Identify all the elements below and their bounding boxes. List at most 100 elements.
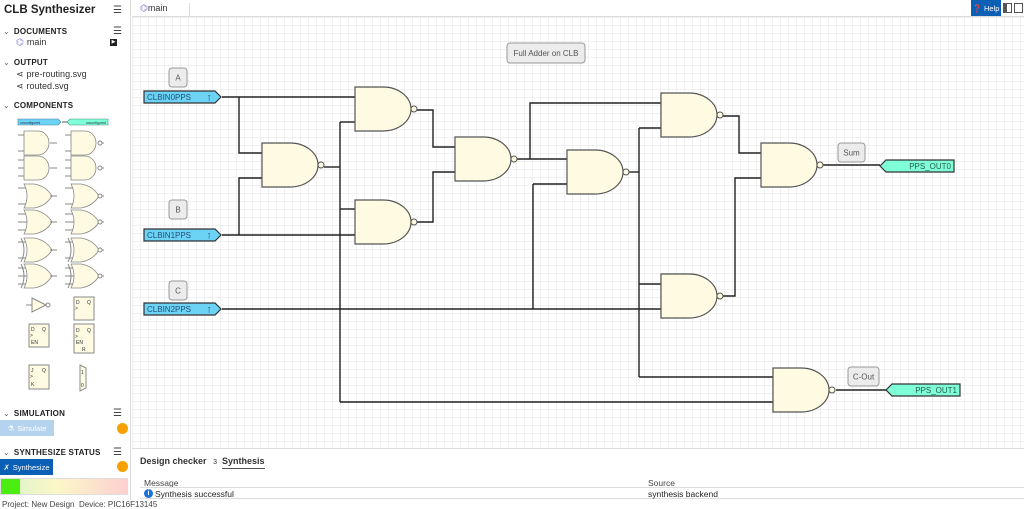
gate-body [660, 273, 718, 319]
output-label-c-out[interactable]: C-Out [847, 366, 880, 387]
gate-body [70, 263, 100, 289]
tab-design-checker[interactable]: Design checker 3 [140, 456, 217, 466]
gate-body [70, 183, 100, 209]
palette-xor-gate[interactable] [18, 263, 57, 289]
section-label: SYNTHESIZE STATUS [13, 448, 101, 457]
play-icon[interactable]: ▶ [110, 39, 117, 46]
device-name: Device: PIC16F13145 [79, 500, 158, 509]
gate-body [31, 297, 48, 313]
layout-left-icon[interactable] [1003, 3, 1012, 13]
glyph: EN [31, 340, 38, 346]
input-label-c[interactable]: C [168, 280, 188, 301]
palette-d-latch[interactable]: D Q>EN [28, 323, 50, 348]
output-pin-pps_out0[interactable]: PPS_OUT0 [879, 159, 955, 173]
palette-xor-gate[interactable] [18, 237, 57, 263]
synthesis-progress-bar [0, 478, 128, 495]
issue-count-badge: 3 [213, 459, 217, 466]
palette-mux[interactable]: 10 [79, 364, 87, 392]
input-pin-clbin2pps[interactable]: CLBIN2PPS ⊺ [143, 302, 222, 316]
section-components[interactable]: ⌄ COMPONENTS [3, 101, 73, 110]
input-label-b[interactable]: B [168, 199, 188, 220]
synthesize-status-indicator [117, 461, 128, 472]
menu-icon[interactable]: ☰ [113, 5, 122, 16]
palette-and-n-gate[interactable] [65, 155, 104, 181]
glyph: Q [87, 328, 91, 334]
input-label-a[interactable]: A [168, 67, 188, 88]
message-cell: Synthesis successful [155, 489, 234, 499]
input-pin-clbin1pps[interactable]: CLBIN1PPS ⊺ [143, 228, 222, 242]
component-palette[interactable]: unconfigured unconfigured D Q> D Q>EN D Q>ENR J Q… [0, 115, 130, 403]
palette-and-gate[interactable] [18, 155, 57, 181]
palette-xor-n-gate[interactable] [65, 263, 104, 289]
simulate-button[interactable]: ⚗ Simulate [0, 420, 54, 436]
output-label-sum[interactable]: Sum [837, 142, 866, 163]
label-text: C-Out [853, 373, 875, 382]
section-label: SIMULATION [13, 409, 66, 418]
palette-output-pin[interactable]: unconfigured [66, 118, 109, 126]
section-output[interactable]: ⌄ OUTPUT [3, 58, 48, 67]
pin-name: PPS_OUT0 [909, 162, 951, 171]
gate-body [660, 92, 718, 138]
info-icon: i [144, 489, 153, 498]
tab-main[interactable]: ⌬main [140, 3, 191, 17]
chevron-down-icon: ⌄ [3, 409, 10, 418]
synthesize-button[interactable]: ✗ Synthesize [0, 459, 53, 475]
layout-right-icon[interactable] [1014, 3, 1023, 13]
help-button[interactable]: ❓ Help [971, 0, 1001, 16]
share-icon: ⋖ [16, 81, 24, 91]
bubble [97, 165, 103, 171]
gate-body [23, 263, 53, 289]
tab-synthesis[interactable]: Synthesis [222, 456, 265, 469]
inversion-bubble [622, 168, 630, 176]
palette-or-n-gate[interactable] [65, 183, 104, 209]
simulate-label: Simulate [17, 423, 47, 433]
document-main[interactable]: ⌬ main [16, 37, 46, 48]
canvas-title-label[interactable]: Full Adder on CLB [506, 42, 586, 64]
inversion-bubble [410, 218, 418, 226]
output-pre-routing[interactable]: ⋖ pre-routing.svg [16, 69, 87, 80]
pin-config-icon: ⊺ [207, 94, 211, 103]
pin-name: CLBIN0PPS [147, 93, 191, 102]
palette-or-gate[interactable] [18, 183, 57, 209]
glyph: 0 [81, 383, 84, 389]
synthesize-menu-icon[interactable]: ☰ [113, 447, 122, 458]
pin-label: unconfigured [86, 121, 106, 125]
output-label: pre-routing.svg [26, 69, 87, 79]
wand-icon: ✗ [3, 462, 10, 472]
circuit-icon: ⌬ [140, 3, 148, 13]
palette-d-flip-flop-en[interactable]: D Q>ENR [73, 323, 95, 354]
palette-d-flip-flop[interactable]: D Q> [73, 296, 95, 321]
gate-body [23, 183, 53, 209]
palette-or-gate[interactable] [18, 209, 57, 235]
palette-xor-n-gate[interactable] [65, 237, 104, 263]
palette-not-gate[interactable] [26, 297, 51, 313]
simulation-menu-icon[interactable]: ☰ [113, 408, 122, 419]
inversion-bubble [510, 155, 518, 163]
documents-menu-icon[interactable]: ☰ [113, 26, 122, 37]
palette-or-n-gate[interactable] [65, 209, 104, 235]
section-label: DOCUMENTS [13, 27, 68, 36]
glyph: Q [87, 300, 91, 306]
gate-body [70, 237, 100, 263]
section-synthesize-status[interactable]: ⌄ SYNTHESIZE STATUS [3, 448, 101, 457]
palette-and-gate[interactable] [18, 130, 57, 156]
palette-input-pin[interactable]: unconfigured [17, 118, 68, 126]
gate-body [566, 149, 624, 195]
label-text: Full Adder on CLB [514, 49, 579, 58]
section-simulation[interactable]: ⌄ SIMULATION [3, 409, 65, 418]
project-name: Project: New Design [2, 500, 75, 509]
tab-label: main [147, 3, 168, 13]
palette-and-n-gate[interactable] [65, 130, 104, 156]
simulation-status-indicator [117, 423, 128, 434]
inversion-bubble [410, 105, 418, 113]
gate-body [70, 155, 97, 181]
palette-jk-flip-flop[interactable]: J Q>K [28, 364, 50, 390]
circuit-icon: ⌬ [16, 37, 24, 47]
output-pin-pps_out1[interactable]: PPS_OUT1 [885, 383, 961, 397]
table-row[interactable]: i Synthesis successful synthesis backend [140, 487, 1024, 499]
output-routed[interactable]: ⋖ routed.svg [16, 81, 69, 92]
input-pin-clbin0pps[interactable]: CLBIN0PPS ⊺ [143, 90, 222, 104]
circuit-canvas[interactable]: Full Adder on CLB A CLBIN0PPS ⊺ B CLBIN1PPS ⊺ C… [132, 17, 1024, 448]
section-documents[interactable]: ⌄ DOCUMENTS [3, 27, 67, 36]
gate-body [354, 86, 412, 132]
